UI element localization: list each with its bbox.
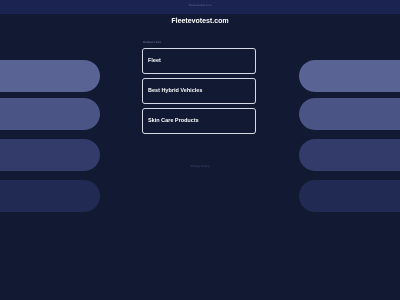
related-link-best-hybrid-vehicles[interactable]: Best Hybrid Vehicles (142, 78, 256, 104)
top-banner: Fleetevotest.com (0, 0, 400, 14)
parked-domain-page: Fleetevotest.com Fleetevotest.com Relate… (0, 0, 400, 300)
decorative-pill-left (0, 180, 100, 212)
site-title: Fleetevotest.com (171, 18, 229, 25)
related-link-label: Fleet (148, 58, 161, 64)
decorative-pill-right (299, 180, 400, 212)
decorative-pill-left (0, 98, 100, 130)
banner-text: Fleetevotest.com (188, 3, 212, 7)
related-link-label: Skin Care Products (148, 118, 199, 124)
related-links-heading: Related Links (143, 40, 162, 44)
decorative-pill-right (299, 98, 400, 130)
privacy-policy-link[interactable]: Privacy Policy (0, 164, 400, 168)
decorative-pill-right (299, 60, 400, 92)
related-link-skin-care-products[interactable]: Skin Care Products (142, 108, 256, 134)
related-link-fleet[interactable]: Fleet (142, 48, 256, 74)
related-link-label: Best Hybrid Vehicles (148, 88, 203, 94)
decorative-pill-left (0, 60, 100, 92)
